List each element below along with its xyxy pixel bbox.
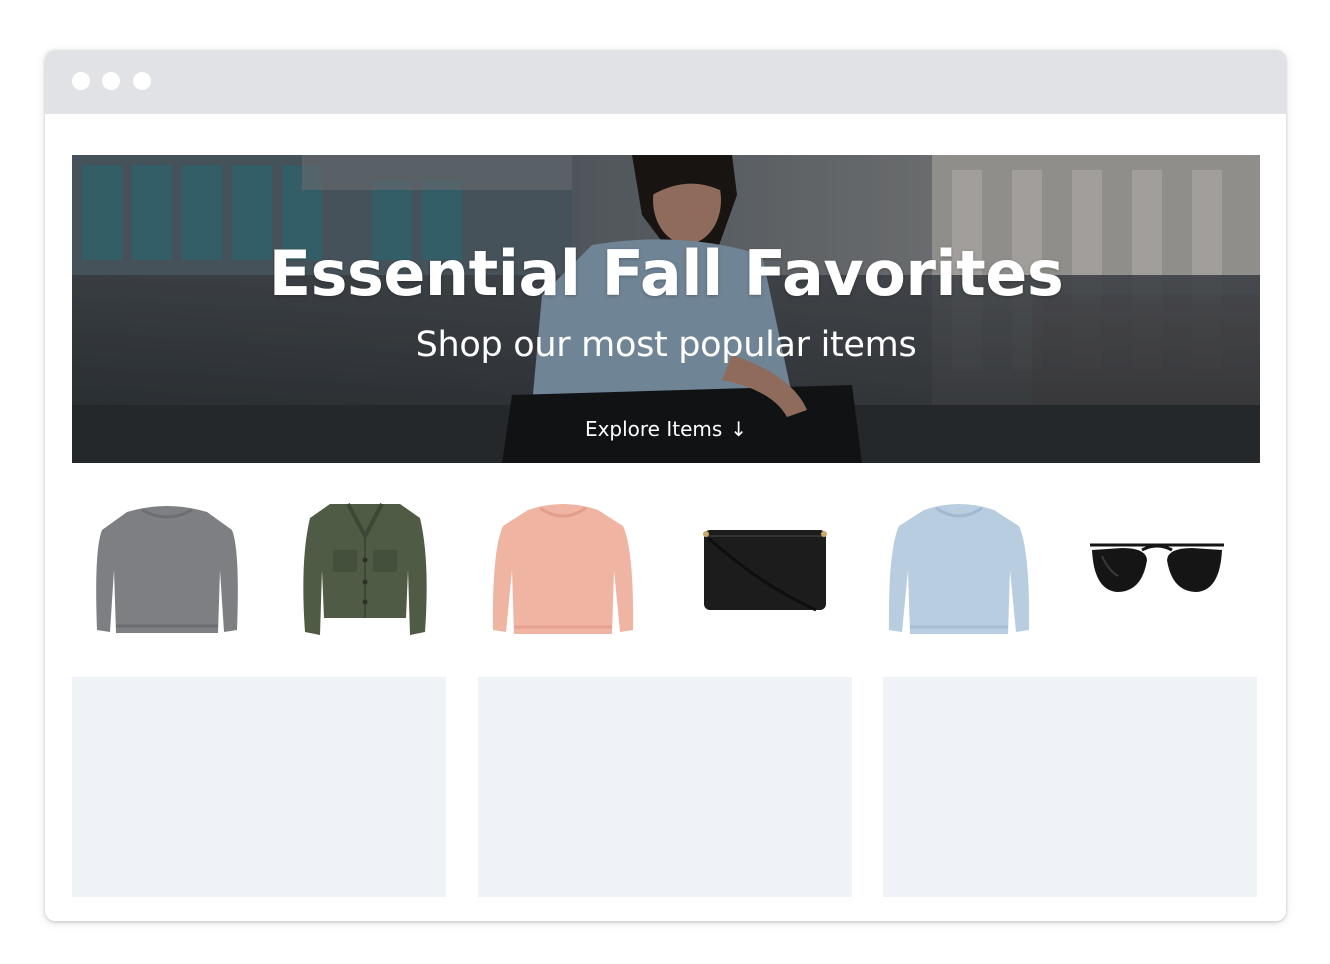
green-jacket-icon bbox=[303, 503, 427, 635]
blue-sweater-icon bbox=[888, 504, 1030, 634]
gray-sweater-icon bbox=[96, 506, 238, 633]
product-strip bbox=[72, 490, 1260, 660]
content-card-placeholder[interactable] bbox=[883, 677, 1257, 897]
window-dot-maximize[interactable] bbox=[133, 72, 151, 90]
sunglasses-icon bbox=[1090, 543, 1224, 592]
window-titlebar bbox=[45, 50, 1286, 114]
product-green-jacket[interactable] bbox=[270, 490, 460, 660]
hero-subtitle: Shop our most popular items bbox=[415, 325, 917, 365]
hero-banner: Essential Fall Favorites Shop our most p… bbox=[72, 155, 1260, 463]
explore-items-link[interactable]: Explore Items ↓ bbox=[72, 417, 1260, 441]
window-dot-close[interactable] bbox=[72, 72, 90, 90]
product-blue-sweater[interactable] bbox=[864, 490, 1054, 660]
product-sunglasses[interactable] bbox=[1062, 490, 1252, 660]
content-card-placeholder[interactable] bbox=[72, 677, 446, 897]
product-black-handbag[interactable] bbox=[666, 490, 856, 660]
arrow-down-icon: ↓ bbox=[730, 417, 748, 441]
product-pink-sweater[interactable] bbox=[468, 490, 658, 660]
black-handbag-icon bbox=[703, 530, 827, 612]
content-card-placeholder[interactable] bbox=[478, 677, 852, 897]
hero-title: Essential Fall Favorites bbox=[268, 237, 1064, 310]
pink-sweater-icon bbox=[492, 504, 634, 634]
window-dot-minimize[interactable] bbox=[102, 72, 120, 90]
product-gray-sweater[interactable] bbox=[72, 490, 262, 660]
explore-items-label: Explore Items bbox=[584, 417, 723, 441]
browser-window: Essential Fall Favorites Shop our most p… bbox=[45, 50, 1286, 921]
